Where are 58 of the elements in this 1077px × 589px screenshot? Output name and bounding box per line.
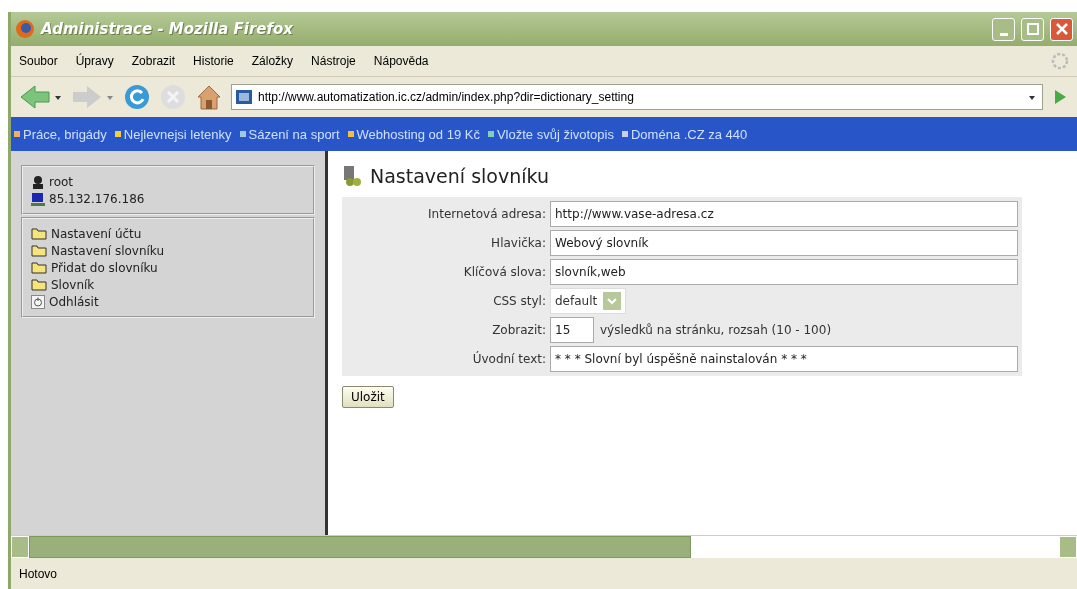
power-icon (31, 294, 45, 309)
menu-item[interactable]: Záložky (251, 54, 294, 68)
nav-link[interactable]: Slovník (51, 277, 95, 292)
text-field[interactable]: Webový slovník (550, 230, 1018, 256)
nav-link[interactable]: Přidat do slovníku (51, 260, 158, 275)
status-text: Hotovo (19, 566, 58, 581)
bookmark-link[interactable]: Práce, brigády (14, 126, 107, 142)
field-label: Úvodní text: (471, 352, 546, 366)
reload-icon[interactable] (123, 83, 151, 111)
menu-item[interactable]: Nápověda (373, 54, 429, 68)
field-label: Zobrazit: (491, 323, 546, 337)
close-icon (1055, 23, 1068, 35)
folder-icon (31, 244, 47, 257)
save-button[interactable]: Uložit (342, 386, 394, 408)
bookmark-link[interactable]: Sázení na sport (239, 126, 340, 142)
menu-item[interactable]: Zobrazit (131, 54, 176, 68)
site-icon (236, 90, 252, 104)
menu-item[interactable]: Soubor (19, 54, 58, 68)
field-label: Klíčová slova: (462, 265, 546, 279)
nav-link[interactable]: Nastavení účtu (51, 226, 142, 241)
text-field[interactable]: http://www.vase-adresa.cz (550, 201, 1018, 227)
forward-icon[interactable] (71, 84, 115, 110)
style-dropdown[interactable]: default (550, 288, 627, 314)
minimize-button[interactable] (992, 17, 1015, 41)
bookmark-link[interactable]: Vložte svůj životopis (487, 126, 614, 142)
menu-item[interactable]: Historie (193, 54, 234, 68)
home-icon[interactable] (195, 83, 223, 111)
address-field[interactable]: http://www.automatization.ic.cz/admin/index.php?dir=dictionary_setting (231, 84, 1043, 110)
horizontal-scrollbar[interactable] (11, 535, 1077, 558)
folder-icon (31, 278, 47, 291)
range-hint: výsledků na stránku, rozsah (10 - 100) (600, 323, 832, 337)
folder-icon (31, 227, 47, 240)
field-label: CSS styl: (492, 294, 546, 308)
throbber-icon (1051, 52, 1069, 70)
bookmark-link[interactable]: Webhosting od 19 Kč (347, 126, 480, 142)
nav-link[interactable]: Nastavení slovníku (51, 243, 165, 258)
bookmark-link[interactable]: Nejlevnejsi letenky (114, 126, 232, 142)
field-label: Internetová adresa: (427, 207, 546, 221)
nav-link[interactable]: Odhlásit (49, 294, 99, 309)
user-name: root (49, 174, 74, 189)
maximize-button[interactable] (1021, 17, 1044, 41)
text-field[interactable]: slovník,web (550, 259, 1018, 285)
menu-item[interactable]: Nástroje (311, 54, 356, 68)
user-icon (31, 174, 45, 189)
folder-icon (31, 261, 47, 274)
window-title: Administrace - Mozilla Firefox (41, 20, 295, 38)
field-label: Hlavička: (490, 236, 546, 250)
menu-item[interactable]: Úpravy (75, 54, 114, 68)
bookmark-link[interactable]: Doména .CZ za 440 (621, 126, 748, 142)
text-field[interactable]: * * * Slovní byl úspěšně nainstalován * * * (550, 346, 1018, 372)
ip-address: 85.132.176.186 (49, 191, 145, 206)
count-field[interactable]: 15 (550, 317, 594, 343)
page-heading: Nastavení slovníku (370, 165, 549, 187)
computer-icon (31, 191, 45, 206)
maximize-icon (1026, 23, 1039, 35)
close-button[interactable] (1050, 17, 1073, 41)
back-icon[interactable] (19, 84, 63, 110)
minimize-icon (999, 32, 1008, 36)
